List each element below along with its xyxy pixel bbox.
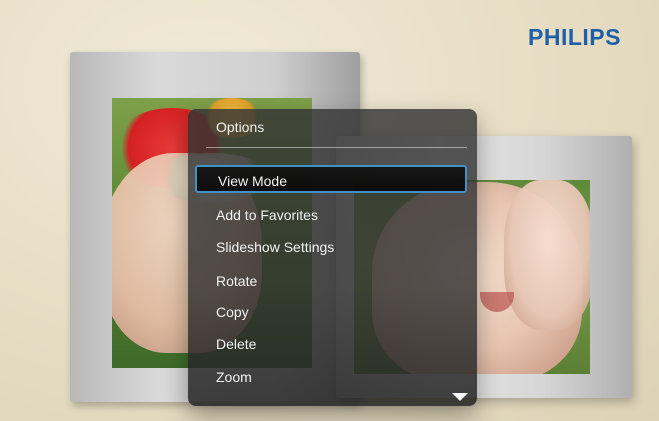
photo-right-arm xyxy=(504,180,590,330)
menu-item-slideshow-settings[interactable]: Slideshow Settings xyxy=(216,239,334,255)
screen: PHILIPS Options View Mode Add to Favorit… xyxy=(0,0,659,421)
menu-item-rotate[interactable]: Rotate xyxy=(216,273,257,289)
chevron-down-icon[interactable] xyxy=(452,393,468,401)
brand-logo: PHILIPS xyxy=(528,24,621,50)
options-menu-title: Options xyxy=(216,119,265,135)
menu-item-add-to-favorites[interactable]: Add to Favorites xyxy=(216,207,318,223)
menu-item-view-mode[interactable]: View Mode xyxy=(195,165,467,193)
menu-item-delete[interactable]: Delete xyxy=(216,336,256,352)
menu-item-zoom[interactable]: Zoom xyxy=(216,369,252,385)
options-menu-divider xyxy=(206,147,467,148)
options-menu: Options View Mode Add to Favorites Slide… xyxy=(188,109,477,406)
menu-item-copy[interactable]: Copy xyxy=(216,304,249,320)
